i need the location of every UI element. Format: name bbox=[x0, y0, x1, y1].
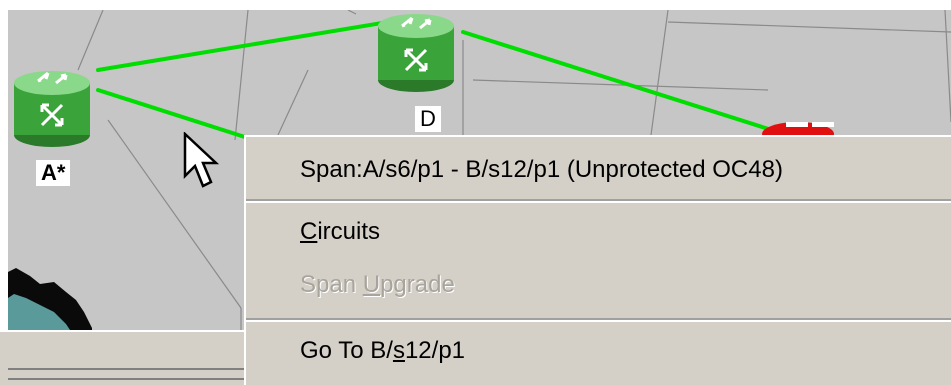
menu-item-goto-post: 12/p1 bbox=[404, 337, 466, 364]
menu-item-circuits[interactable]: Circuits bbox=[246, 207, 951, 257]
menu-item-span-info-label: Span:A/s6/p1 - B/s12/p1 (Unprotected OC4… bbox=[300, 156, 783, 183]
divider bbox=[8, 378, 248, 380]
node-a-router-icon[interactable] bbox=[14, 71, 90, 147]
menu-item-circuits-label: ircuits bbox=[317, 218, 381, 245]
span-link-a-b[interactable] bbox=[96, 88, 250, 140]
menu-separator bbox=[246, 199, 951, 203]
menu-item-span-upgrade-post: pgrade bbox=[380, 271, 455, 298]
span-link-d-c[interactable] bbox=[461, 30, 780, 134]
network-view: A* D Span:A/s6/p1 - B/s12/p1 (Unprotecte… bbox=[0, 0, 951, 385]
menu-item-goto-mnemonic: s bbox=[392, 337, 405, 364]
menu-item-span-info[interactable]: Span:A/s6/p1 - B/s12/p1 (Unprotected OC4… bbox=[246, 145, 951, 195]
mouse-pointer-icon bbox=[183, 132, 219, 188]
node-d-router-icon[interactable] bbox=[378, 14, 454, 92]
node-d-label: D bbox=[415, 106, 441, 132]
menu-item-goto[interactable]: Go To B/s12/p1 bbox=[246, 326, 951, 376]
context-menu: Span:A/s6/p1 - B/s12/p1 (Unprotected OC4… bbox=[244, 135, 951, 385]
divider bbox=[8, 368, 248, 370]
menu-item-span-upgrade[interactable]: Span Upgrade bbox=[246, 260, 951, 310]
menu-item-circuits-mnemonic: C bbox=[300, 218, 318, 245]
menu-item-span-upgrade-mnemonic: U bbox=[362, 271, 381, 298]
menu-item-goto-pre: Go To B/ bbox=[300, 337, 393, 364]
menu-item-span-upgrade-pre: Span bbox=[300, 271, 363, 298]
menu-separator bbox=[246, 318, 951, 322]
node-a-label: A* bbox=[36, 160, 71, 186]
